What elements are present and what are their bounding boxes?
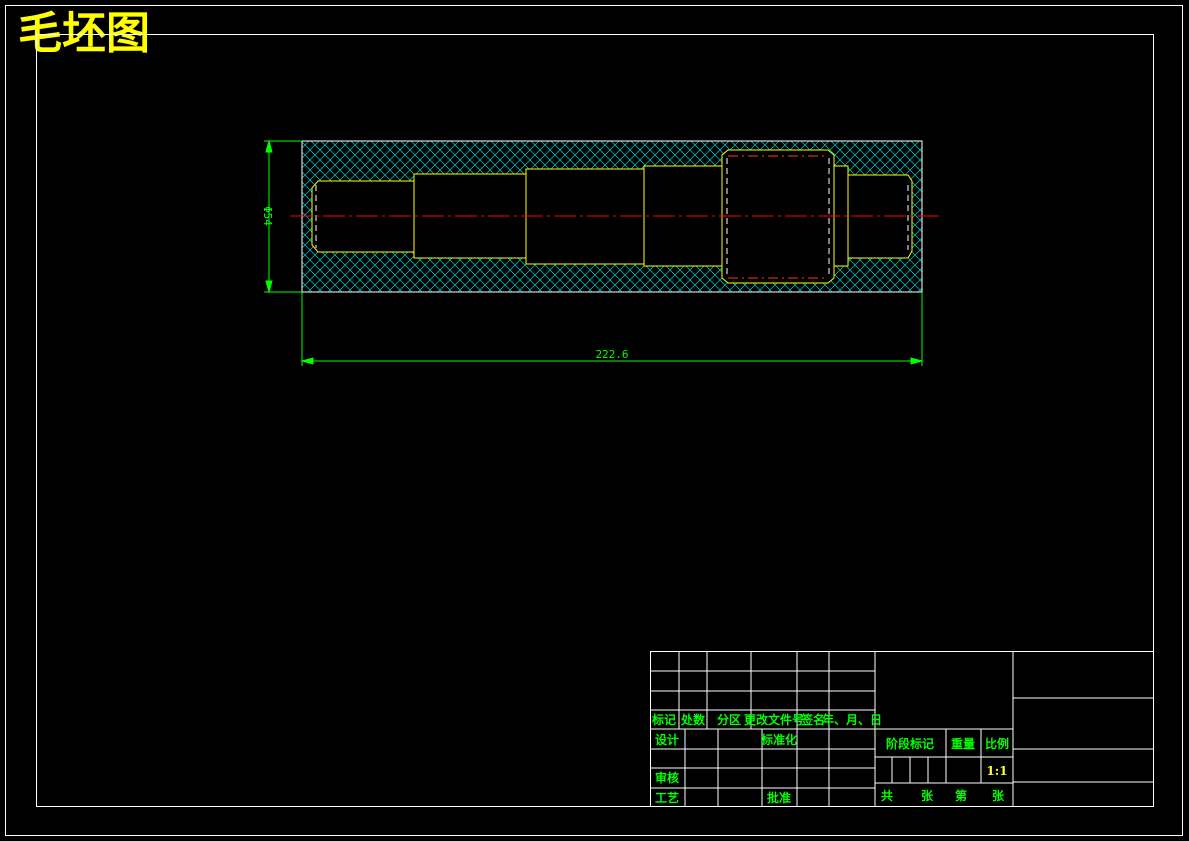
weight-label: 重量 — [951, 736, 975, 751]
diameter-label: Φ54 — [261, 206, 274, 226]
outer-frame — [5, 5, 1183, 836]
standardization-label: 标准化 — [760, 732, 797, 747]
sheet-label: 张 — [992, 788, 1005, 803]
header-change-doc: 更改文件号 — [744, 712, 804, 727]
header-count: 处数 — [680, 712, 706, 727]
header-date: 年、月、日 — [822, 712, 882, 727]
header-zone: 分区 — [717, 712, 741, 727]
length-label: 222.6 — [595, 348, 628, 361]
sheet-no-label: 第 — [955, 788, 967, 803]
title-block — [650, 651, 1154, 807]
stage-mark-label: 阶段标记 — [886, 736, 934, 751]
approval-label: 批准 — [767, 790, 791, 805]
header-mark: 标记 — [651, 712, 676, 727]
scale-value: 1:1 — [986, 764, 1007, 778]
design-label: 设计 — [655, 732, 679, 747]
process-label: 工艺 — [655, 790, 679, 805]
review-label: 审核 — [655, 770, 679, 785]
sheets-label: 张 — [921, 788, 934, 803]
cad-drawing: Φ54 222.6 标记 处数 分区 更改文件号 签名 年、月、日 设计 标准化… — [5, 5, 1183, 836]
total-label: 共 — [881, 788, 893, 803]
scale-label: 比例 — [985, 736, 1009, 751]
title-block-text: 标记 处数 分区 更改文件号 签名 年、月、日 设计 标准化 审核 工艺 批准 … — [651, 712, 1009, 805]
